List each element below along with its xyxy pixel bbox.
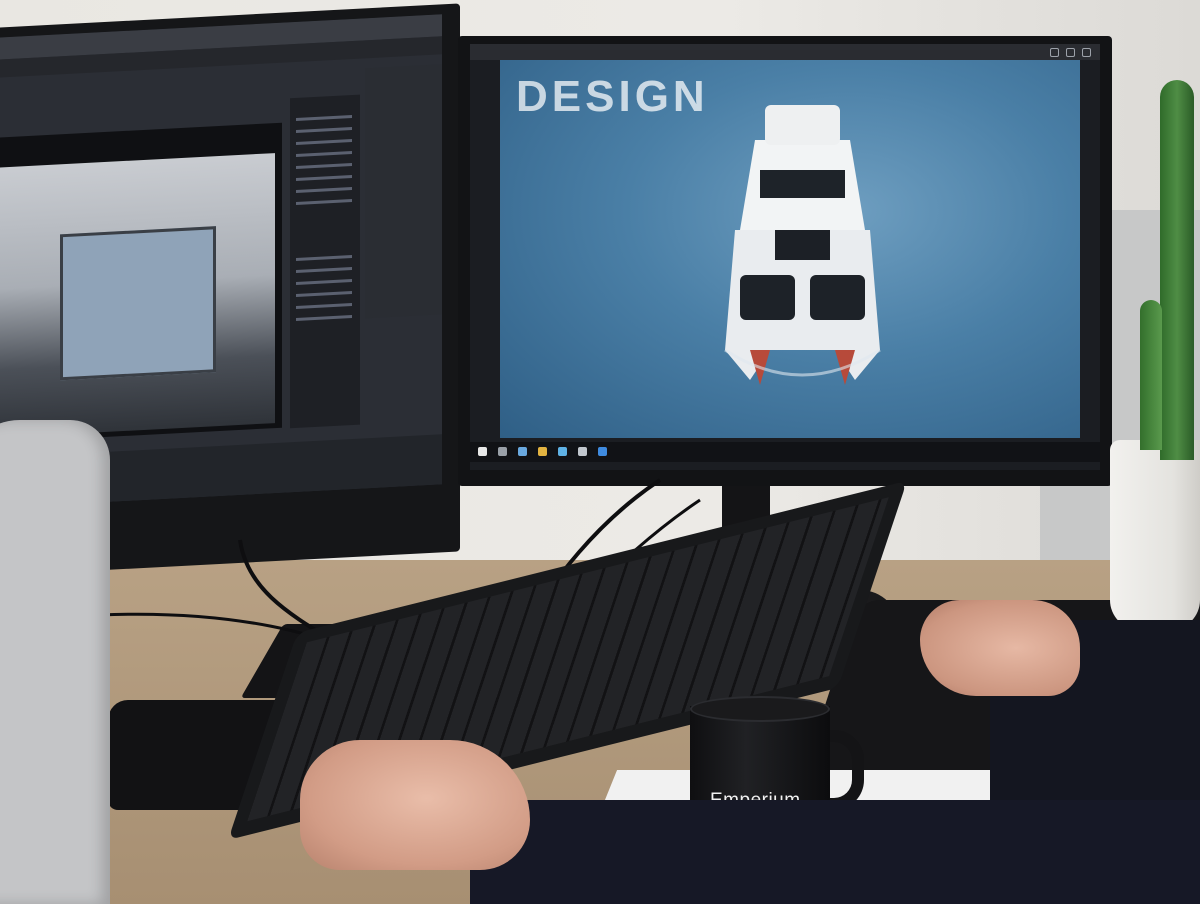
plant-pot bbox=[1110, 440, 1200, 630]
cactus-branch bbox=[1140, 300, 1162, 450]
start-icon bbox=[478, 447, 487, 456]
folder-icon bbox=[538, 447, 547, 456]
command-panel bbox=[365, 64, 442, 319]
right-monitor: DESIGN bbox=[458, 36, 1112, 486]
cactus bbox=[1160, 80, 1194, 460]
glass-doors bbox=[60, 226, 216, 381]
interior-render bbox=[0, 153, 275, 438]
right-monitor-screen: DESIGN bbox=[470, 44, 1100, 470]
render-viewport bbox=[0, 122, 282, 443]
catamaran-photo: DESIGN bbox=[500, 60, 1080, 438]
close-icon bbox=[1082, 48, 1091, 57]
person-right-hand bbox=[920, 600, 1080, 696]
minimize-icon bbox=[1050, 48, 1059, 57]
photo-headline: DESIGN bbox=[516, 72, 709, 121]
app-icon bbox=[578, 447, 587, 456]
office-chair bbox=[0, 420, 110, 904]
mug-rim bbox=[690, 696, 830, 722]
browser-icon bbox=[518, 447, 527, 456]
settings-panel bbox=[290, 94, 360, 429]
maximize-icon bbox=[1066, 48, 1075, 57]
app-icon bbox=[558, 447, 567, 456]
photo-viewer-titlebar bbox=[470, 44, 1100, 60]
catamaran-boat bbox=[724, 105, 881, 385]
person-left-hand bbox=[300, 740, 530, 870]
search-icon bbox=[498, 447, 507, 456]
app-icon bbox=[598, 447, 607, 456]
person-left-arm bbox=[470, 800, 1200, 904]
windows-taskbar bbox=[470, 442, 1100, 462]
